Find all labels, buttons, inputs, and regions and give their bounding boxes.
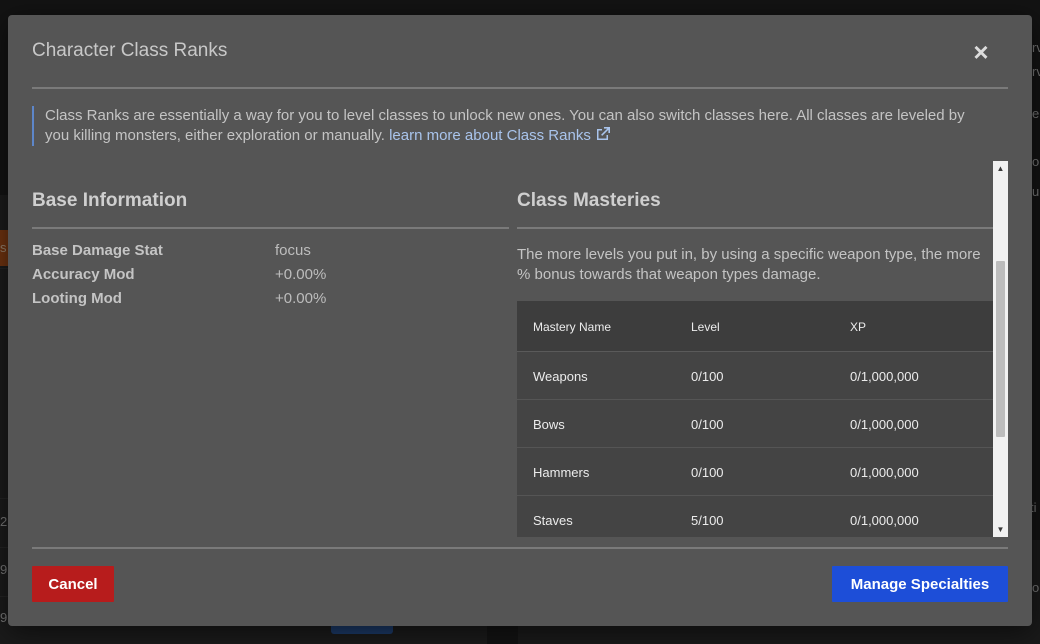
stat-value: +0.00% (275, 266, 327, 283)
mastery-name: Hammers (533, 465, 590, 480)
class-masteries-description: The more levels you put in, by using a s… (517, 246, 981, 283)
vertical-scrollbar[interactable]: ▲ ▼ (993, 161, 1008, 537)
mastery-name: Staves (533, 513, 573, 528)
mastery-xp: 0/1,000,000 (850, 465, 919, 480)
column-header[interactable]: Level (691, 320, 720, 334)
table-row[interactable]: Weapons 0/100 0/1,000,000 (517, 352, 993, 400)
mastery-level: 0/100 (691, 417, 724, 432)
mastery-name: Weapons (533, 369, 588, 384)
mastery-name: Bows (533, 417, 565, 432)
cancel-button[interactable]: Cancel (32, 566, 114, 602)
mastery-xp: 0/1,000,000 (850, 369, 919, 384)
mastery-level: 5/100 (691, 513, 724, 528)
modal-scroll-area[interactable]: Base Information Base Damage Stat focus … (32, 161, 1008, 537)
scroll-up-arrow-icon[interactable]: ▲ (993, 161, 1008, 176)
stat-label: Accuracy Mod (32, 266, 135, 283)
base-information-divider (32, 227, 509, 229)
class-masteries-title: Class Masteries (517, 190, 661, 211)
mastery-xp: 0/1,000,000 (850, 417, 919, 432)
modal-title: Character Class Ranks (32, 40, 228, 61)
manage-specialties-button[interactable]: Manage Specialties (832, 566, 1008, 602)
footer-divider (32, 547, 1008, 549)
close-icon[interactable]: × (969, 37, 993, 67)
info-alert: Class Ranks are essentially a way for yo… (32, 106, 992, 146)
scroll-down-arrow-icon[interactable]: ▼ (993, 522, 1008, 537)
masteries-table: Mastery Name Level XP Weapons 0/100 0/1,… (517, 301, 993, 537)
help-link-label: learn more about Class Ranks (389, 127, 591, 144)
modal-header: Character Class Ranks × (32, 15, 1008, 89)
stat-label: Looting Mod (32, 290, 122, 307)
class-ranks-help-link[interactable]: learn more about Class Ranks (389, 127, 611, 144)
base-information-title: Base Information (32, 190, 188, 211)
column-header[interactable]: Mastery Name (533, 320, 611, 334)
external-link-icon (596, 127, 610, 140)
scrollbar-thumb[interactable] (996, 261, 1005, 437)
mastery-level: 0/100 (691, 369, 724, 384)
table-row[interactable]: Staves 5/100 0/1,000,000 (517, 496, 993, 537)
column-header[interactable]: XP (850, 320, 866, 334)
stat-value: +0.00% (275, 290, 327, 307)
stat-label: Base Damage Stat (32, 242, 163, 259)
character-class-ranks-modal: Character Class Ranks × Class Ranks are … (8, 15, 1032, 626)
mastery-level: 0/100 (691, 465, 724, 480)
table-row[interactable]: Hammers 0/100 0/1,000,000 (517, 448, 993, 496)
table-row[interactable]: Bows 0/100 0/1,000,000 (517, 400, 993, 448)
class-masteries-divider (517, 227, 994, 229)
table-header: Mastery Name Level XP (517, 301, 993, 352)
stat-value: focus (275, 242, 311, 259)
mastery-xp: 0/1,000,000 (850, 513, 919, 528)
